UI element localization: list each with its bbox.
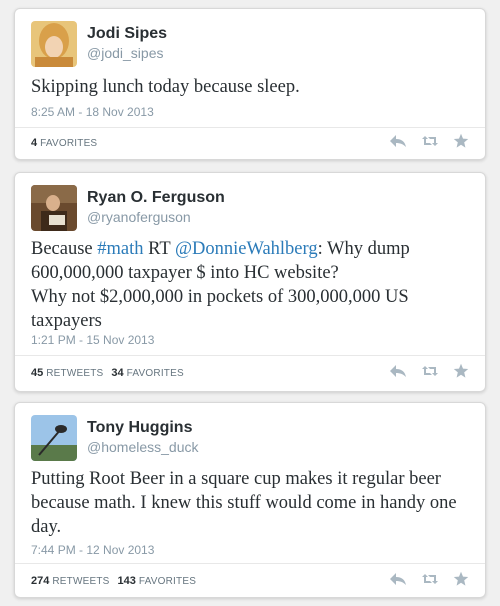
favorites-label[interactable]: FAVORITES xyxy=(139,576,196,587)
avatar[interactable] xyxy=(31,21,77,67)
tweet-timestamp[interactable]: 7:44 PM - 12 Nov 2013 xyxy=(31,543,154,557)
star-icon[interactable] xyxy=(453,363,471,379)
divider xyxy=(15,355,485,356)
author-name[interactable]: Ryan O. Ferguson xyxy=(87,189,225,207)
author-handle[interactable]: @jodi_sipes xyxy=(87,45,163,61)
tweet-text-segment: Because xyxy=(31,239,98,259)
star-icon[interactable] xyxy=(453,571,471,587)
tweet-text: Because #math RT @DonnieWahlberg: Why du… xyxy=(31,237,467,333)
favorites-count[interactable]: 4 xyxy=(31,137,37,149)
tweet-timestamp[interactable]: 1:21 PM - 15 Nov 2013 xyxy=(31,333,154,347)
retweets-count[interactable]: 274 xyxy=(31,575,49,587)
tweet-text-segment: RT xyxy=(143,239,175,259)
retweet-icon[interactable] xyxy=(421,571,439,587)
reply-icon[interactable] xyxy=(389,571,407,587)
tweet-stats: 274 RETWEETS 143 FAVORITES xyxy=(31,575,196,587)
author-name[interactable]: Tony Huggins xyxy=(87,419,192,437)
retweets-count[interactable]: 45 xyxy=(31,367,43,379)
reply-icon[interactable] xyxy=(389,133,407,149)
favorites-label[interactable]: FAVORITES xyxy=(40,138,97,149)
favorites-count[interactable]: 143 xyxy=(118,575,136,587)
divider xyxy=(15,563,485,564)
hashtag-link[interactable]: #math xyxy=(97,239,143,259)
tweet-card: Tony Huggins @homeless_duck Putting Root… xyxy=(14,402,486,598)
tweet-text: Putting Root Beer in a square cup makes … xyxy=(31,469,457,537)
tweet-stats: 4 FAVORITES xyxy=(31,137,97,149)
tweet-actions xyxy=(389,363,471,379)
tweet-card: Jodi Sipes @jodi_sipes Skipping lunch to… xyxy=(14,8,486,160)
favorites-count[interactable]: 34 xyxy=(111,367,123,379)
avatar[interactable] xyxy=(31,415,77,461)
tweet-actions xyxy=(389,571,471,587)
tweet-timestamp[interactable]: 8:25 AM - 18 Nov 2013 xyxy=(31,105,154,119)
retweets-label[interactable]: RETWEETS xyxy=(46,368,103,379)
tweet-card: Ryan O. Ferguson @ryanoferguson Because … xyxy=(14,172,486,392)
star-icon[interactable] xyxy=(453,133,471,149)
retweets-label[interactable]: RETWEETS xyxy=(52,576,109,587)
avatar[interactable] xyxy=(31,185,77,231)
retweet-icon[interactable] xyxy=(421,133,439,149)
tweet-text: Skipping lunch today because sleep. xyxy=(31,77,300,97)
mention-link[interactable]: @DonnieWahlberg xyxy=(175,239,318,259)
author-handle[interactable]: @homeless_duck xyxy=(87,439,199,455)
reply-icon[interactable] xyxy=(389,363,407,379)
author-handle[interactable]: @ryanoferguson xyxy=(87,209,191,225)
author-name[interactable]: Jodi Sipes xyxy=(87,25,167,43)
retweet-icon[interactable] xyxy=(421,363,439,379)
favorites-label[interactable]: FAVORITES xyxy=(127,368,184,379)
tweet-text-segment: Why not $2,000,000 in pockets of 300,000… xyxy=(31,287,409,331)
tweet-actions xyxy=(389,133,471,149)
tweet-stats: 45 RETWEETS 34 FAVORITES xyxy=(31,367,184,379)
divider xyxy=(15,127,485,128)
